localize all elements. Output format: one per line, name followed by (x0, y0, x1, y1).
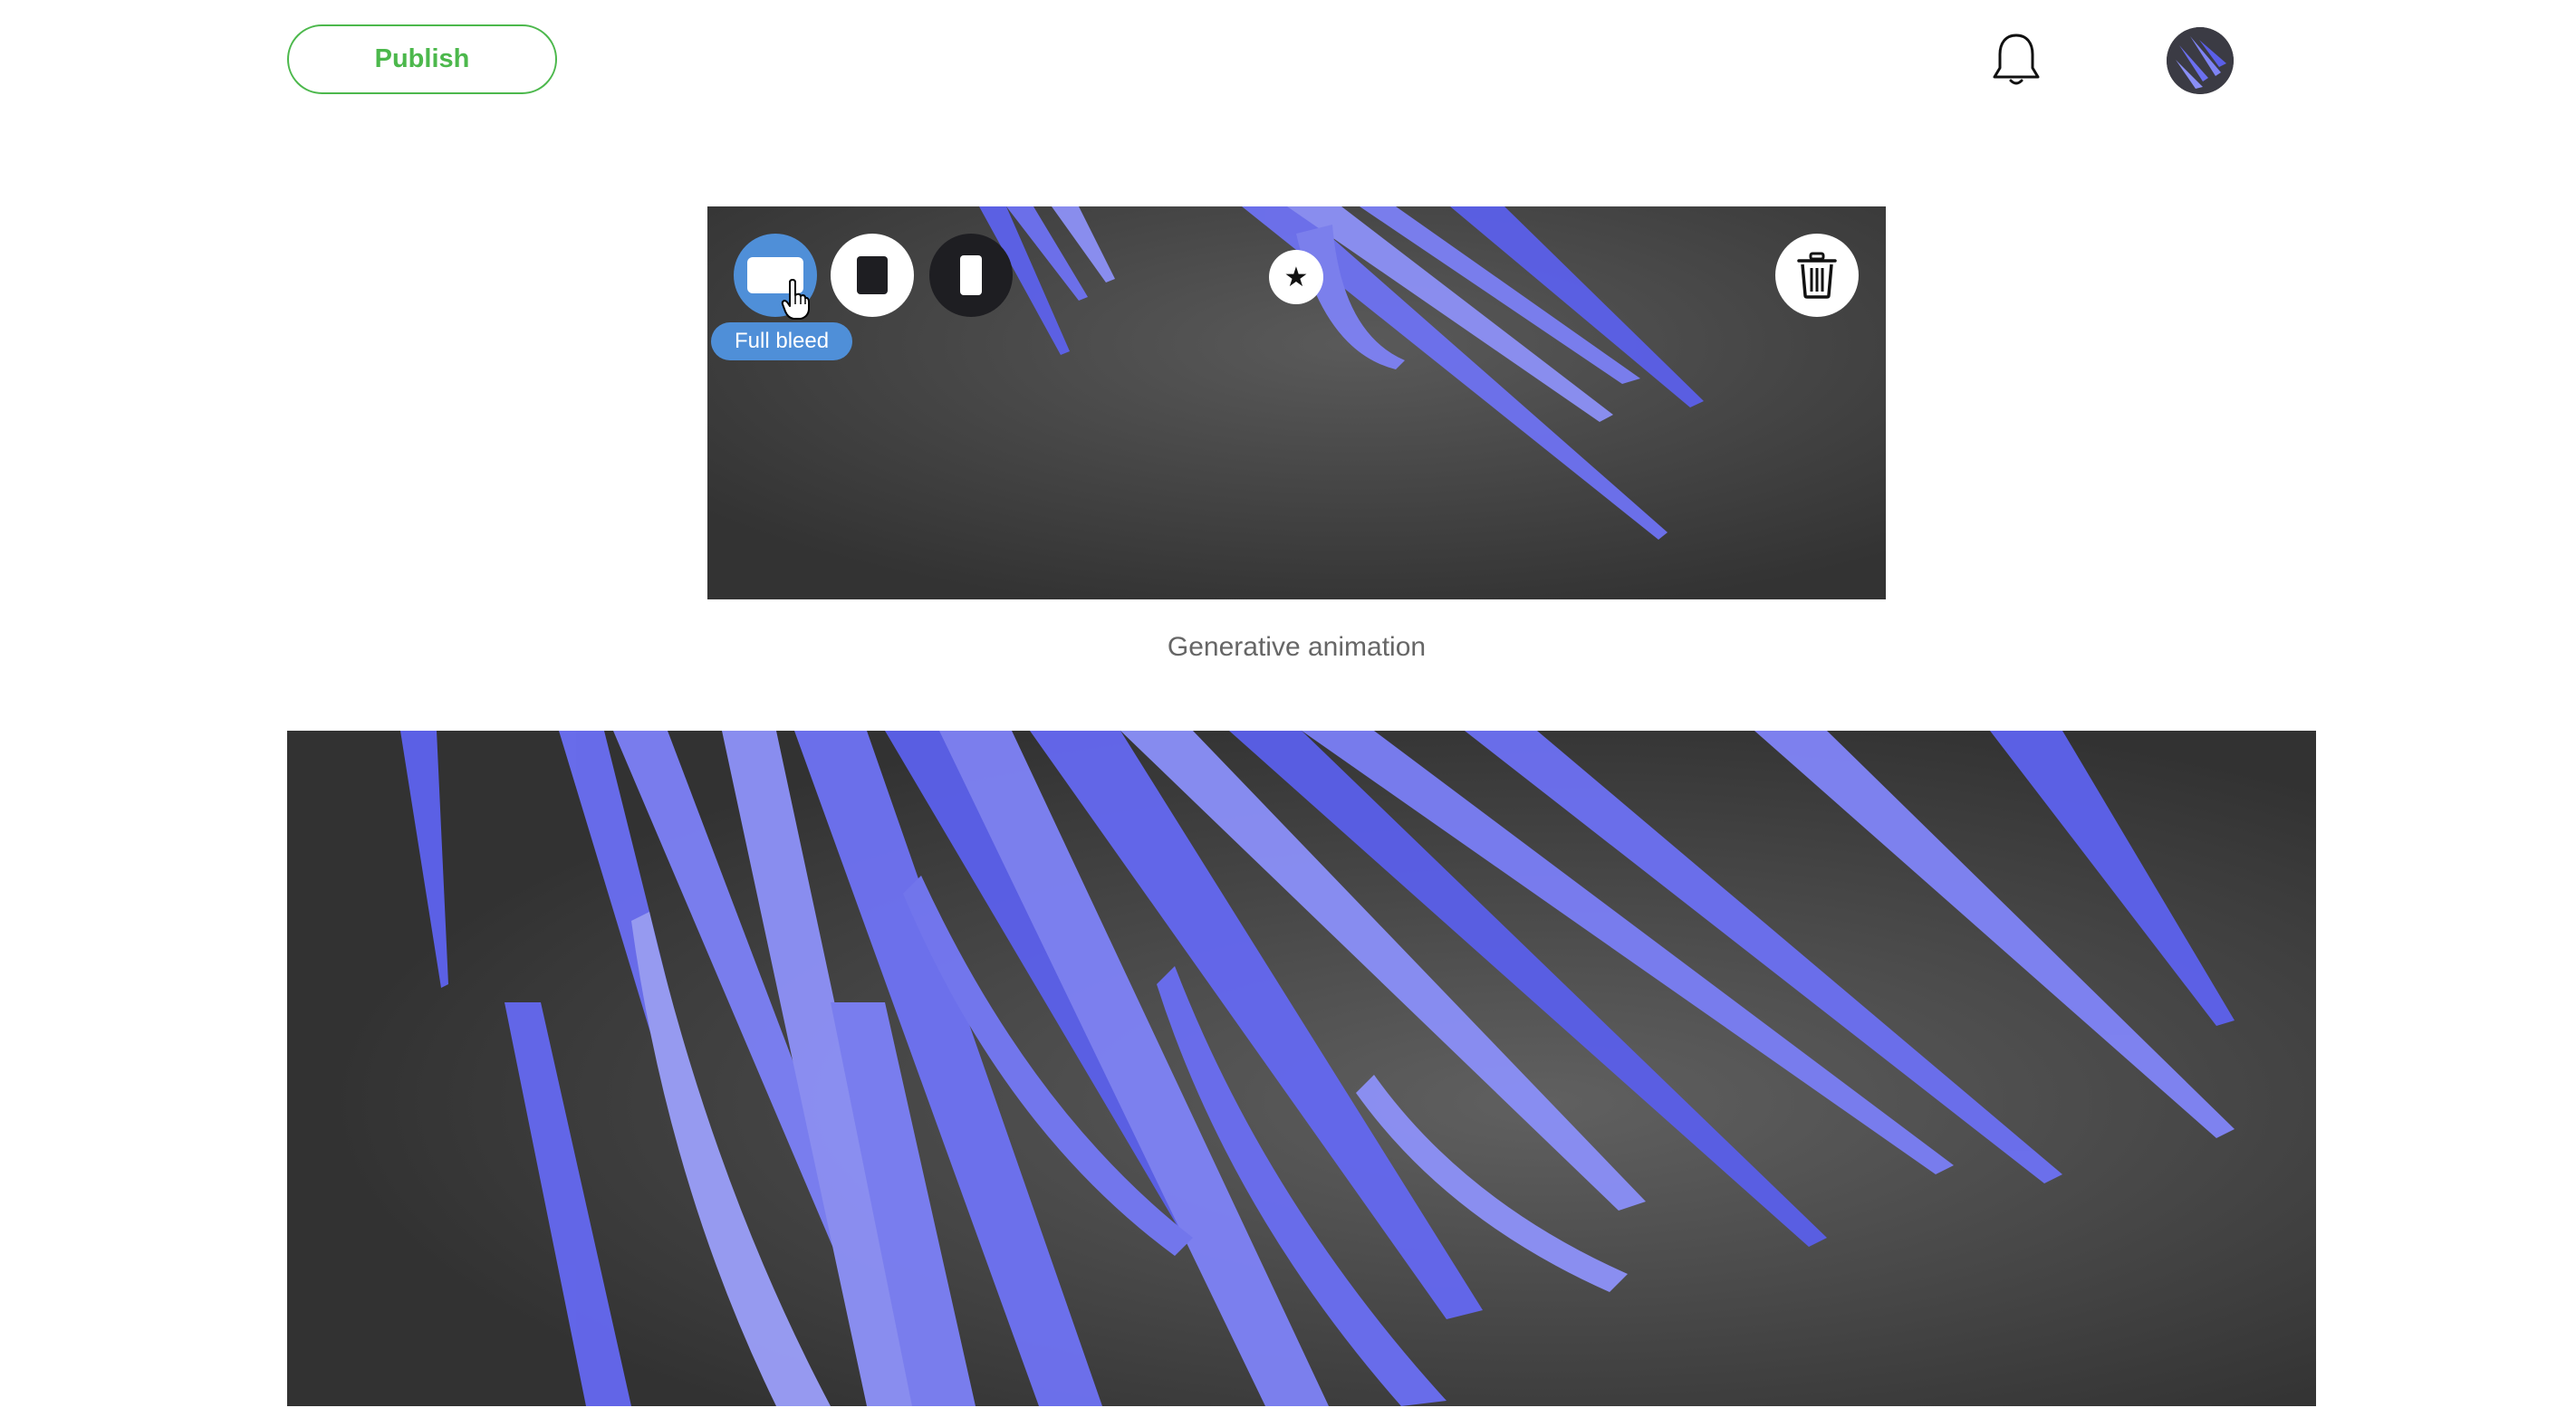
image-caption[interactable]: Generative animation (707, 632, 1886, 663)
star-icon[interactable]: ★ (1269, 250, 1323, 304)
square-icon (857, 256, 888, 294)
publish-button[interactable]: Publish (287, 24, 557, 94)
hero-image (287, 731, 2316, 1406)
square-layout-button[interactable] (831, 234, 914, 317)
trash-icon (1797, 252, 1837, 299)
user-avatar[interactable] (2167, 27, 2234, 94)
bell-icon[interactable] (1989, 30, 2043, 90)
layout-tooltip: Full bleed (711, 322, 853, 360)
hand-pointer-cursor-icon (781, 279, 810, 321)
portrait-rect-icon (960, 255, 982, 295)
editor-page: Publish Full bleed ★ Generative animatio… (0, 0, 2576, 1427)
portrait-layout-button[interactable] (929, 234, 1013, 317)
delete-media-button[interactable] (1775, 234, 1859, 317)
